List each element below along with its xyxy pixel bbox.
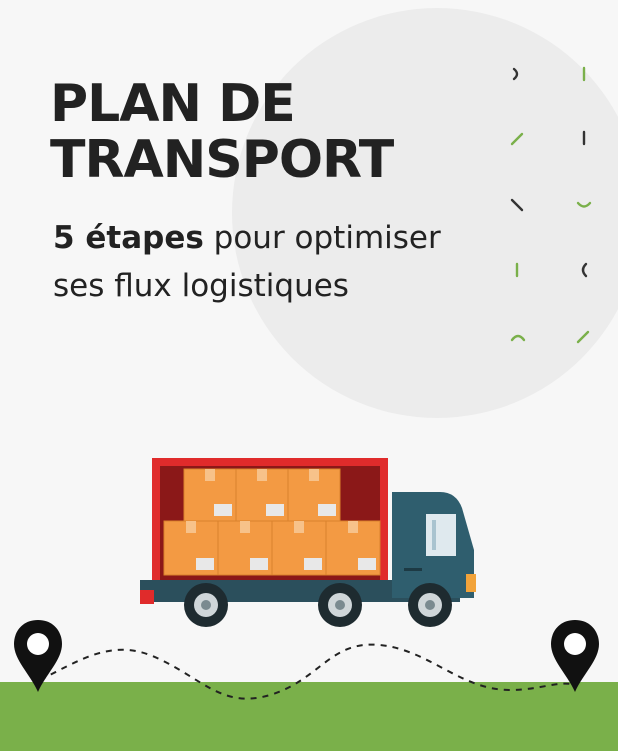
cardboard-box-icon [271,520,327,576]
title-line-1: PLAN DE [50,74,296,134]
cardboard-box-icon [325,520,381,576]
dashed-route [39,643,576,700]
truck-headlight [466,574,476,592]
page-subtitle: 5 étapes pour optimiser ses flux logisti… [53,214,441,310]
subtitle-bold: 5 étapes [53,220,204,256]
mark-line-6 [576,330,590,344]
mark-arc-2 [576,201,592,208]
subtitle-line-1: 5 étapes pour optimiser [53,214,441,262]
truck-wheel [318,583,362,627]
location-pin-icon [551,620,599,692]
cardboard-box-icon [163,520,219,576]
title-line-2: TRANSPORT [50,130,394,190]
truck-rear-light [140,590,154,604]
cardboard-box-icon [235,468,289,522]
decorative-marks [510,66,592,344]
subtitle-line-2: ses flux logistiques [53,268,349,304]
mark-arc-3 [581,262,588,278]
location-pin-icon [14,620,62,692]
mark-arc-4 [510,334,526,342]
mark-line-2 [510,132,524,146]
cardboard-box-icon [217,520,273,576]
subtitle-rest: pour optimiser [203,220,441,256]
truck-window [426,514,456,556]
cardboard-box-icon [287,468,341,522]
truck-scene [14,458,599,700]
truck-icon [140,458,476,627]
mark-line-4 [510,198,524,212]
mark-arc-1 [512,67,519,81]
page-title: PLAN DE TRANSPORT [50,74,394,190]
cardboard-box-icon [183,468,237,522]
truck-wheel [408,583,452,627]
truck-wheel [184,583,228,627]
